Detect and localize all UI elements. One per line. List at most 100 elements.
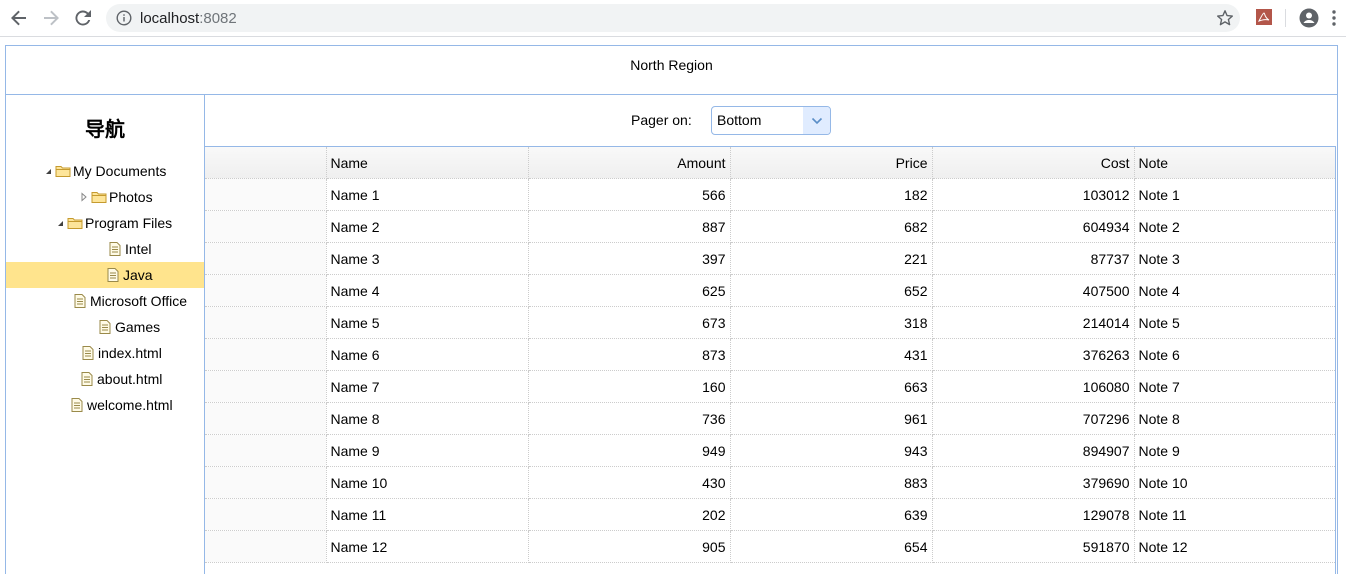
tree-node[interactable]: Intel — [6, 236, 204, 262]
table-cell: Name 10 — [326, 466, 529, 499]
column-header[interactable]: Price — [730, 147, 933, 179]
tree-node[interactable]: Games — [6, 314, 204, 340]
pdf-extension-icon[interactable] — [1256, 9, 1272, 25]
row-number-cell — [205, 242, 327, 275]
table-row[interactable]: Name 7 160 663 106080 Note 7 — [205, 370, 1336, 403]
column-header[interactable]: Note — [1134, 147, 1336, 179]
table-cell: 736 — [528, 402, 731, 435]
table-cell: 591870 — [932, 530, 1135, 563]
table-cell: 318 — [730, 306, 933, 339]
table-cell: 949 — [528, 434, 731, 467]
row-number-cell — [205, 370, 327, 403]
account-icon[interactable] — [1299, 8, 1319, 28]
row-number-cell — [205, 434, 327, 467]
table-cell: 943 — [730, 434, 933, 467]
address-bar[interactable]: localhost:8082 — [106, 4, 1240, 32]
tree-node[interactable]: index.html — [6, 340, 204, 366]
file-icon — [82, 346, 94, 360]
back-button[interactable] — [8, 7, 30, 29]
table-row[interactable]: Name 8 736 961 707296 Note 8 — [205, 402, 1336, 435]
forward-button[interactable] — [40, 7, 62, 29]
browser-toolbar: localhost:8082 — [0, 0, 1346, 37]
tree-node-label: welcome.html — [87, 397, 173, 413]
table-cell: Name 12 — [326, 530, 529, 563]
table-cell: 214014 — [932, 306, 1135, 339]
tree-node-label: Intel — [125, 241, 152, 257]
table-cell: 397 — [528, 242, 731, 275]
tree-node[interactable]: Java — [6, 262, 204, 288]
table-cell: Note 1 — [1134, 178, 1336, 211]
table-cell: Note 6 — [1134, 338, 1336, 371]
table-row[interactable]: Name 10 430 883 379690 Note 10 — [205, 466, 1336, 499]
table-row[interactable]: Name 11 202 639 129078 Note 11 — [205, 498, 1336, 531]
table-cell: 376263 — [932, 338, 1135, 371]
navigation-title: 导航 — [85, 117, 125, 141]
tree-node[interactable]: Photos — [6, 184, 204, 210]
folder-icon — [67, 218, 83, 229]
row-number-cell — [205, 530, 327, 563]
collapsed-arrow-icon[interactable] — [79, 192, 89, 202]
row-number-cell — [205, 466, 327, 499]
table-cell: Note 3 — [1134, 242, 1336, 275]
table-row[interactable]: Name 6 873 431 376263 Note 6 — [205, 338, 1336, 371]
tree-node-label: Photos — [109, 189, 153, 205]
select-dropdown-button[interactable] — [803, 107, 830, 134]
info-icon[interactable] — [116, 10, 132, 26]
expanded-arrow-icon[interactable] — [55, 218, 65, 228]
column-header[interactable]: Cost — [932, 147, 1135, 179]
table-cell: Name 4 — [326, 274, 529, 307]
table-cell: 182 — [730, 178, 933, 211]
table-cell: 87737 — [932, 242, 1135, 275]
row-number-cell — [205, 178, 327, 211]
table-cell: 129078 — [932, 498, 1135, 531]
table-cell: Name 5 — [326, 306, 529, 339]
table-cell: 905 — [528, 530, 731, 563]
table-cell: 883 — [730, 466, 933, 499]
table-cell: 407500 — [932, 274, 1135, 307]
table-cell: Note 11 — [1134, 498, 1336, 531]
tree-node[interactable]: My Documents — [6, 158, 204, 184]
table-row[interactable]: Name 1 566 182 103012 Note 1 — [205, 178, 1336, 211]
tree-node-label: about.html — [97, 371, 163, 387]
table-cell: Name 3 — [326, 242, 529, 275]
file-icon — [99, 320, 111, 334]
column-header[interactable]: Amount — [528, 147, 731, 179]
expanded-arrow-icon[interactable] — [43, 166, 53, 176]
table-cell: Name 11 — [326, 498, 529, 531]
reload-button[interactable] — [72, 7, 94, 29]
table-cell: 221 — [730, 242, 933, 275]
folder-icon — [91, 192, 107, 203]
tree-node[interactable]: Microsoft Office — [6, 288, 204, 314]
column-header[interactable]: Name — [326, 147, 529, 179]
tree-node-label: Java — [123, 267, 153, 283]
file-icon — [71, 398, 83, 412]
file-icon — [81, 372, 93, 386]
back-arrow-icon — [11, 10, 26, 26]
table-cell: Name 1 — [326, 178, 529, 211]
table-row[interactable]: Name 2 887 682 604934 Note 2 — [205, 210, 1336, 243]
table-cell: Name 9 — [326, 434, 529, 467]
tree-node[interactable]: welcome.html — [6, 392, 204, 418]
file-icon — [109, 242, 121, 256]
tree-node[interactable]: about.html — [6, 366, 204, 392]
table-cell: 707296 — [932, 402, 1135, 435]
table-cell: 106080 — [932, 370, 1135, 403]
tree-node-label: Microsoft Office — [90, 293, 187, 309]
table-row[interactable]: Name 5 673 318 214014 Note 5 — [205, 306, 1336, 339]
table-row[interactable]: Name 4 625 652 407500 Note 4 — [205, 274, 1336, 307]
table-cell: Note 7 — [1134, 370, 1336, 403]
pager-position-select[interactable]: Bottom — [711, 106, 831, 135]
table-cell: 961 — [730, 402, 933, 435]
kebab-menu-icon[interactable] — [1331, 9, 1337, 27]
table-cell: Note 9 — [1134, 434, 1336, 467]
table-cell: 379690 — [932, 466, 1135, 499]
table-cell: 625 — [528, 274, 731, 307]
north-region: North Region — [5, 45, 1338, 95]
bookmark-star-icon[interactable] — [1216, 9, 1234, 27]
table-row[interactable]: Name 3 397 221 87737 Note 3 — [205, 242, 1336, 275]
tree-node[interactable]: Program Files — [6, 210, 204, 236]
pager-label: Pager on: — [631, 112, 692, 128]
table-row[interactable]: Name 9 949 943 894907 Note 9 — [205, 434, 1336, 467]
table-cell: 566 — [528, 178, 731, 211]
table-row[interactable]: Name 12 905 654 591870 Note 12 — [205, 530, 1336, 563]
